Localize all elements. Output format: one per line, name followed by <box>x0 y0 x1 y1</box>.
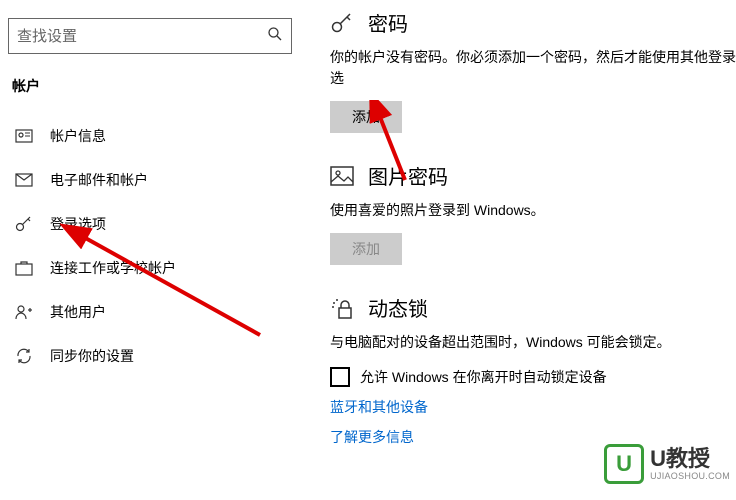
sidebar-item-label: 登录选项 <box>50 214 106 234</box>
briefcase-icon <box>12 260 36 276</box>
search-input[interactable] <box>17 28 267 45</box>
password-title: 密码 <box>368 8 408 37</box>
sidebar-item-sync[interactable]: 同步你的设置 <box>8 334 292 378</box>
password-add-button[interactable]: 添加 <box>330 101 402 133</box>
picture-password-add-button[interactable]: 添加 <box>330 233 402 265</box>
dynamic-lock-icon <box>330 296 358 320</box>
dynamic-lock-checkbox[interactable] <box>330 367 350 387</box>
picture-password-section: 图片密码 使用喜爱的照片登录到 Windows。 添加 <box>330 161 736 265</box>
watermark-sub: UJIAOSHOU.COM <box>650 472 730 481</box>
picture-password-title: 图片密码 <box>368 161 448 190</box>
users-icon <box>12 304 36 320</box>
sidebar-item-other-users[interactable]: 其他用户 <box>8 290 292 334</box>
dynamic-lock-title: 动态锁 <box>368 293 428 322</box>
search-icon <box>267 26 283 47</box>
watermark-main: U教授 <box>650 448 730 470</box>
sidebar-item-signin-options[interactable]: 登录选项 <box>8 202 292 246</box>
password-section: 密码 你的帐户没有密码。你必须添加一个密码，然后才能使用其他登录选 添加 <box>330 8 736 133</box>
account-info-icon <box>12 127 36 145</box>
key-icon <box>12 215 36 233</box>
search-box[interactable] <box>8 18 292 54</box>
dynamic-lock-desc: 与电脑配对的设备超出范围时，Windows 可能会锁定。 <box>330 332 736 353</box>
sidebar-item-label: 其他用户 <box>50 302 106 322</box>
watermark-badge: U <box>604 444 644 484</box>
sidebar-item-account-info[interactable]: 帐户信息 <box>8 114 292 158</box>
dynamic-lock-checkbox-label: 允许 Windows 在你离开时自动锁定设备 <box>360 367 607 387</box>
sidebar-item-label: 同步你的设置 <box>50 346 134 366</box>
sidebar-item-label: 帐户信息 <box>50 126 106 146</box>
key-icon <box>330 11 358 35</box>
watermark: U U教授 UJIAOSHOU.COM <box>604 444 730 484</box>
sidebar-item-work-school[interactable]: 连接工作或学校帐户 <box>8 246 292 290</box>
bluetooth-link[interactable]: 蓝牙和其他设备 <box>330 397 736 417</box>
sidebar-item-email[interactable]: 电子邮件和帐户 <box>8 158 292 202</box>
sidebar-item-label: 电子邮件和帐户 <box>50 170 148 190</box>
password-desc: 你的帐户没有密码。你必须添加一个密码，然后才能使用其他登录选 <box>330 47 736 89</box>
email-icon <box>12 173 36 187</box>
sidebar-item-label: 连接工作或学校帐户 <box>50 258 176 278</box>
section-title: 帐户 <box>12 76 292 96</box>
dynamic-lock-section: 动态锁 与电脑配对的设备超出范围时，Windows 可能会锁定。 允许 Wind… <box>330 293 736 447</box>
sync-icon <box>12 347 36 365</box>
picture-password-desc: 使用喜爱的照片登录到 Windows。 <box>330 200 736 221</box>
picture-icon <box>330 166 358 186</box>
